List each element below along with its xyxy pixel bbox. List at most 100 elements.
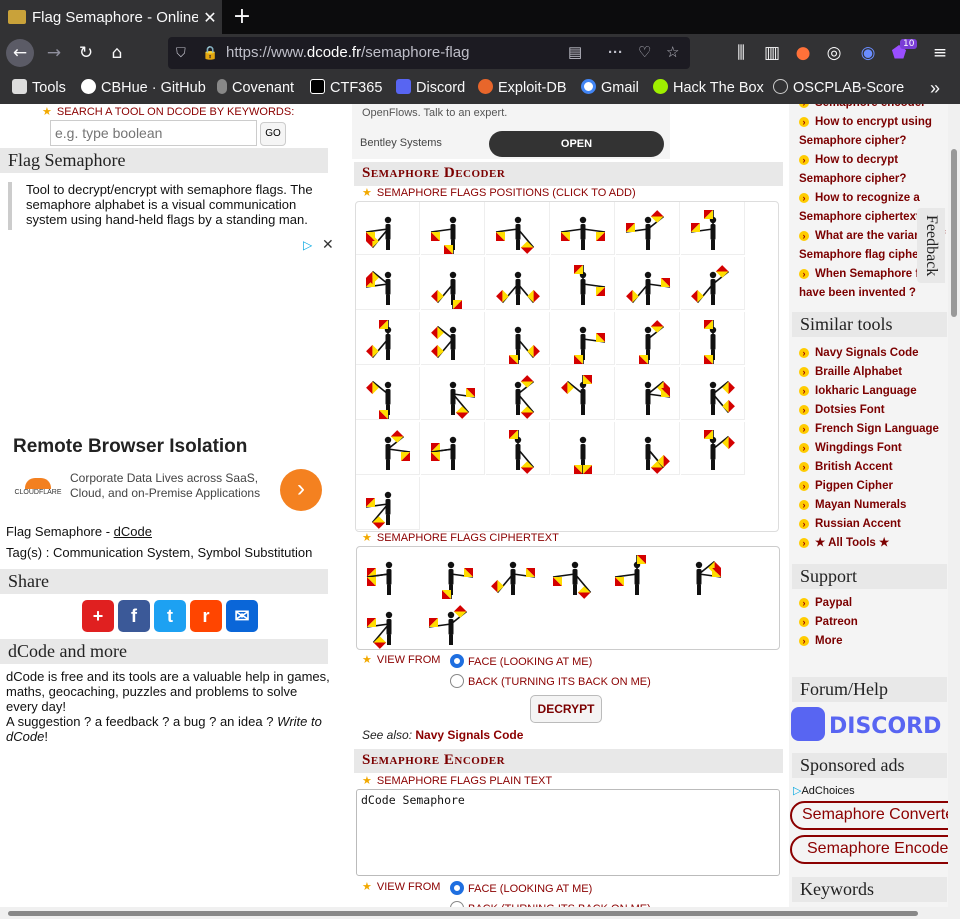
ciphertext-flag[interactable] — [419, 597, 483, 655]
ciphertext-flag[interactable] — [357, 597, 421, 655]
semaphore-flag-position[interactable] — [681, 422, 745, 475]
bookmark-tools[interactable]: Tools — [12, 72, 66, 104]
navy-signals-link[interactable]: Navy Signals Code — [415, 728, 523, 742]
bookmark-oscplab[interactable]: OSCPLAB-Score — [773, 72, 904, 104]
faq-item[interactable]: How to decrypt Semaphore cipher? — [799, 151, 949, 189]
support-item[interactable]: Paypal — [799, 594, 954, 613]
semaphore-flag-position[interactable] — [551, 367, 615, 420]
twitter-icon[interactable]: t — [154, 600, 186, 632]
ciphertext-area[interactable] — [356, 546, 780, 650]
adchoices-label[interactable]: ▷AdChoices — [793, 784, 855, 797]
semaphore-flag-position[interactable] — [356, 257, 420, 310]
feedback-tab[interactable]: Feedback — [917, 208, 945, 283]
bookmark-gmail[interactable]: Gmail — [581, 72, 639, 104]
plaintext-input[interactable]: dCode Semaphore — [356, 789, 780, 876]
url-bar[interactable]: ⛉ 🔒 https://www.dcode.fr/semaphore-flag … — [168, 37, 690, 69]
semaphore-flag-position[interactable] — [681, 312, 745, 365]
back-icon[interactable]: ← — [6, 39, 34, 67]
semaphore-flag-position[interactable] — [551, 422, 615, 475]
semaphore-flag-position[interactable] — [421, 312, 485, 365]
face-option-2[interactable]: FACE (LOOKING AT ME) — [450, 881, 592, 895]
semaphore-flag-position[interactable] — [356, 312, 420, 365]
similar-tool-item[interactable]: British Accent — [799, 458, 954, 477]
semaphore-flag-position[interactable] — [616, 367, 680, 420]
semaphore-converter-button[interactable]: Semaphore Converter — [790, 801, 960, 830]
library-icon[interactable]: ⫼ — [727, 39, 755, 67]
ad-close-icon[interactable]: ✕ — [322, 236, 334, 253]
ad-arrow-button[interactable]: › — [280, 469, 322, 511]
semaphore-flag-position[interactable] — [551, 312, 615, 365]
ad-block[interactable]: ▷ ✕ Remote Browser Isolation CLOUDFLARE … — [0, 236, 336, 518]
semaphore-encoder-button[interactable]: Semaphore Encoder — [790, 835, 960, 864]
forward-icon[interactable]: → — [40, 39, 68, 67]
horizontal-scrollbar[interactable] — [0, 907, 948, 919]
top-ad[interactable]: OpenFlows. Talk to an expert. Bentley Sy… — [352, 104, 670, 159]
bookmark-hackthebox[interactable]: Hack The Box — [653, 72, 764, 104]
addthis-icon[interactable]: + — [82, 600, 114, 632]
bookmark-star-icon[interactable]: ☆ — [666, 37, 679, 69]
more-bookmarks-icon[interactable]: » — [930, 72, 940, 104]
semaphore-flag-position[interactable] — [551, 202, 615, 255]
face-option[interactable]: FACE (LOOKING AT ME) — [450, 654, 592, 668]
shield-icon[interactable]: ⛉ — [176, 37, 186, 69]
semaphore-flag-position[interactable] — [421, 422, 485, 475]
similar-tool-item[interactable]: Iokharic Language — [799, 382, 954, 401]
semaphore-flag-position[interactable] — [616, 202, 680, 255]
semaphore-flag-position[interactable] — [421, 367, 485, 420]
similar-tool-item[interactable]: Pigpen Cipher — [799, 477, 954, 496]
ciphertext-flag[interactable] — [605, 547, 669, 605]
bookmark-covenant[interactable]: Covenant — [217, 72, 294, 104]
discord-banner[interactable]: DISCORD — [791, 707, 941, 747]
faq-item[interactable]: How to encrypt using Semaphore cipher? — [799, 113, 949, 151]
similar-tool-item[interactable]: Russian Accent — [799, 515, 954, 534]
semaphore-flag-position[interactable] — [486, 422, 550, 475]
home-icon[interactable]: ⌂ — [103, 39, 131, 67]
semaphore-flag-position[interactable] — [421, 202, 485, 255]
semaphore-flag-position[interactable] — [681, 202, 745, 255]
adchoices-icon[interactable]: ▷ — [303, 238, 312, 252]
similar-tool-item[interactable]: Navy Signals Code — [799, 344, 954, 363]
semaphore-flag-position[interactable] — [551, 257, 615, 310]
go-button[interactable]: GO — [260, 122, 286, 146]
face-radio[interactable] — [450, 654, 464, 668]
facebook-icon[interactable]: f — [118, 600, 150, 632]
ciphertext-flag[interactable] — [543, 547, 607, 605]
bookmark-github[interactable]: CBHue · GitHub — [81, 72, 206, 104]
semaphore-flag-position[interactable] — [616, 422, 680, 475]
close-tab-icon[interactable]: ✕ — [198, 8, 222, 27]
semaphore-flag-position[interactable] — [356, 202, 420, 255]
support-item[interactable]: More — [799, 632, 954, 651]
similar-tool-item[interactable]: Wingdings Font — [799, 439, 954, 458]
email-icon[interactable]: ✉ — [226, 600, 258, 632]
semaphore-flag-position[interactable] — [616, 257, 680, 310]
extension-glasses-icon[interactable]: ◎ — [820, 39, 848, 67]
back-radio[interactable] — [450, 674, 464, 688]
reddit-icon[interactable]: r — [190, 600, 222, 632]
sidebar-icon[interactable]: ▥ — [758, 39, 786, 67]
search-input[interactable] — [50, 120, 257, 146]
bookmark-discord[interactable]: Discord — [396, 72, 465, 104]
decrypt-button[interactable]: DECRYPT — [530, 695, 602, 723]
ad-open-button[interactable]: OPEN — [489, 131, 664, 157]
semaphore-flag-position[interactable] — [616, 312, 680, 365]
bookmark-exploitdb[interactable]: Exploit-DB — [478, 72, 567, 104]
semaphore-flag-position[interactable] — [356, 422, 420, 475]
semaphore-flag-position[interactable] — [486, 367, 550, 420]
similar-tool-item[interactable]: Mayan Numerals — [799, 496, 954, 515]
similar-tool-item[interactable]: Dotsies Font — [799, 401, 954, 420]
dcode-link[interactable]: dCode — [114, 524, 152, 539]
face-radio-2[interactable] — [450, 881, 464, 895]
ciphertext-flag[interactable] — [481, 547, 545, 605]
similar-tool-item[interactable]: ★ All Tools ★ — [799, 534, 954, 553]
faq-item[interactable]: Semaphore encoder — [799, 104, 949, 113]
active-tab[interactable]: Flag Semaphore - Online ✕ — [0, 0, 222, 34]
semaphore-flag-position[interactable] — [681, 257, 745, 310]
similar-tool-item[interactable]: French Sign Language — [799, 420, 954, 439]
reader-view-icon[interactable]: ▤ — [568, 37, 582, 69]
similar-tool-item[interactable]: Braille Alphabet — [799, 363, 954, 382]
account-icon[interactable]: ◉ — [854, 39, 882, 67]
ciphertext-flag[interactable] — [667, 547, 731, 605]
hscrollbar-thumb[interactable] — [8, 911, 918, 916]
extension-fox-icon[interactable]: ● — [789, 39, 817, 67]
support-item[interactable]: Patreon — [799, 613, 954, 632]
